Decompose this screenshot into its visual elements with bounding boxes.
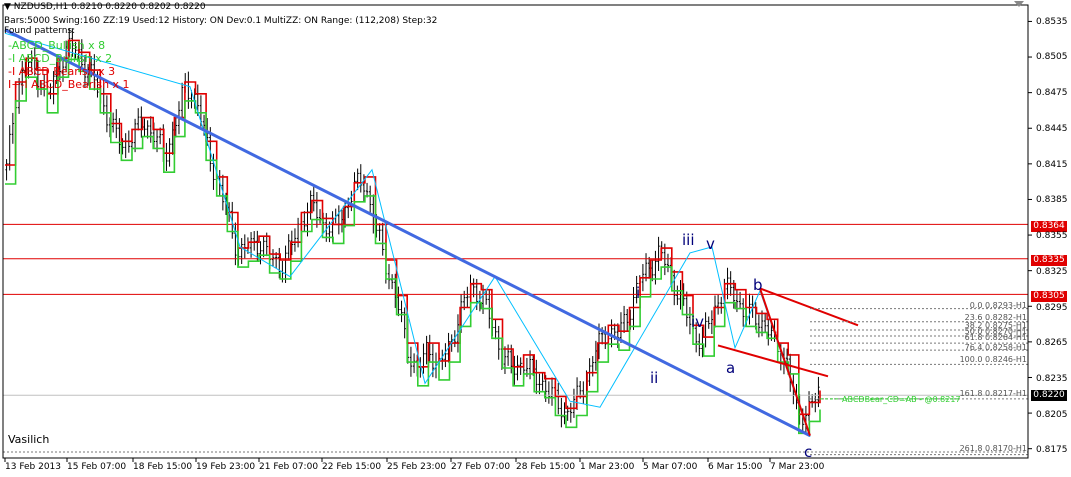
pattern-line: -I ABCD Bearish x 3 — [8, 65, 116, 78]
author-label: Vasilich — [8, 433, 50, 446]
pattern-line: -ABCD_Bullish x 8 — [8, 39, 106, 52]
fibo-level: 76.4 0.8258-H1 — [964, 343, 1027, 352]
collapse-triangle-icon[interactable]: ▼ — [4, 2, 11, 12]
collapse-arrow-icon[interactable] — [1011, 0, 1027, 8]
y-tick-label: 0.8325 — [1036, 267, 1068, 277]
info-line: Bars:5000 Swing:160 ZZ:19 Used:12 Histor… — [4, 16, 438, 26]
fibo-level: 61.8 0.8264-H1 — [964, 333, 1027, 342]
x-tick-label: 27 Feb 07:00 — [451, 462, 511, 472]
wave-label: ii — [650, 369, 659, 387]
x-tick-label: 1 Mar 23:00 — [580, 462, 635, 472]
found-patterns-label: Found patterns: — [4, 26, 76, 36]
y-tick-label: 0.8205 — [1036, 410, 1068, 420]
current-price-box: 0.8220 — [1031, 390, 1067, 401]
x-tick-label: 19 Feb 23:00 — [196, 462, 256, 472]
x-tick-label: 25 Feb 23:00 — [387, 462, 447, 472]
fibo-level: 0.0 0.8293-H1 — [969, 301, 1027, 310]
abcd-projection-label: ABCDBear_CD=AB - @0.8217 — [842, 395, 961, 404]
symbol-line: NZDUSD,H1 0.8210 0.8220 0.8202 0.8220 — [13, 2, 206, 12]
wave-label: a — [726, 359, 736, 377]
symbol-header: ▼ NZDUSD,H1 0.8210 0.8220 0.8202 0.8220 — [4, 2, 206, 12]
wave-label: b — [753, 276, 763, 294]
x-tick-label: 15 Feb 07:00 — [67, 462, 127, 472]
y-tick-label: 0.8175 — [1036, 445, 1068, 455]
level-price-box: 0.8335 — [1031, 255, 1067, 266]
x-tick-label: 21 Feb 07:00 — [259, 462, 319, 472]
y-tick-label: 0.8445 — [1036, 124, 1068, 134]
wave-label: c — [804, 443, 813, 461]
x-tick-label: 5 Mar 07:00 — [643, 462, 698, 472]
indicator-info: Bars:5000 Swing:160 ZZ:19 Used:12 Histor… — [4, 16, 437, 36]
y-tick-label: 0.8475 — [1036, 88, 1068, 98]
x-tick-label: 13 Feb 2013 — [5, 462, 62, 472]
wave-label: iv — [691, 313, 705, 331]
level-price-box: 0.8305 — [1031, 291, 1067, 302]
wave-label: iii — [682, 231, 695, 249]
pattern-line: I+-I ABCD_Bearish x 1 — [8, 78, 130, 91]
y-tick-label: 0.8385 — [1036, 195, 1068, 205]
x-tick-label: 18 Feb 15:00 — [133, 462, 193, 472]
x-tick-label: 28 Feb 15:00 — [516, 462, 576, 472]
fibo-level: 261.8 0.8170-H1 — [959, 444, 1027, 453]
x-tick-label: 6 Mar 15:00 — [708, 462, 763, 472]
fibo-level: 100.0 0.8246-H1 — [959, 355, 1027, 364]
pattern-line: -I ABCD_Bullish x 2 — [8, 52, 113, 65]
y-tick-label: 0.8235 — [1036, 374, 1068, 384]
y-tick-label: 0.8295 — [1036, 303, 1068, 313]
chart-background — [0, 0, 1071, 477]
wave-label: v — [706, 235, 715, 253]
y-tick-label: 0.8415 — [1036, 160, 1068, 170]
y-tick-label: 0.8505 — [1036, 52, 1068, 62]
y-tick-label: 0.8265 — [1036, 338, 1068, 348]
x-tick-label: 22 Feb 15:00 — [322, 462, 382, 472]
x-tick-label: 7 Mar 23:00 — [770, 462, 825, 472]
wave-label: i — [636, 284, 641, 302]
y-tick-label: 0.8535 — [1036, 17, 1068, 27]
price-chart[interactable] — [0, 0, 1071, 477]
y-tick-label: 0.8355 — [1036, 231, 1068, 241]
